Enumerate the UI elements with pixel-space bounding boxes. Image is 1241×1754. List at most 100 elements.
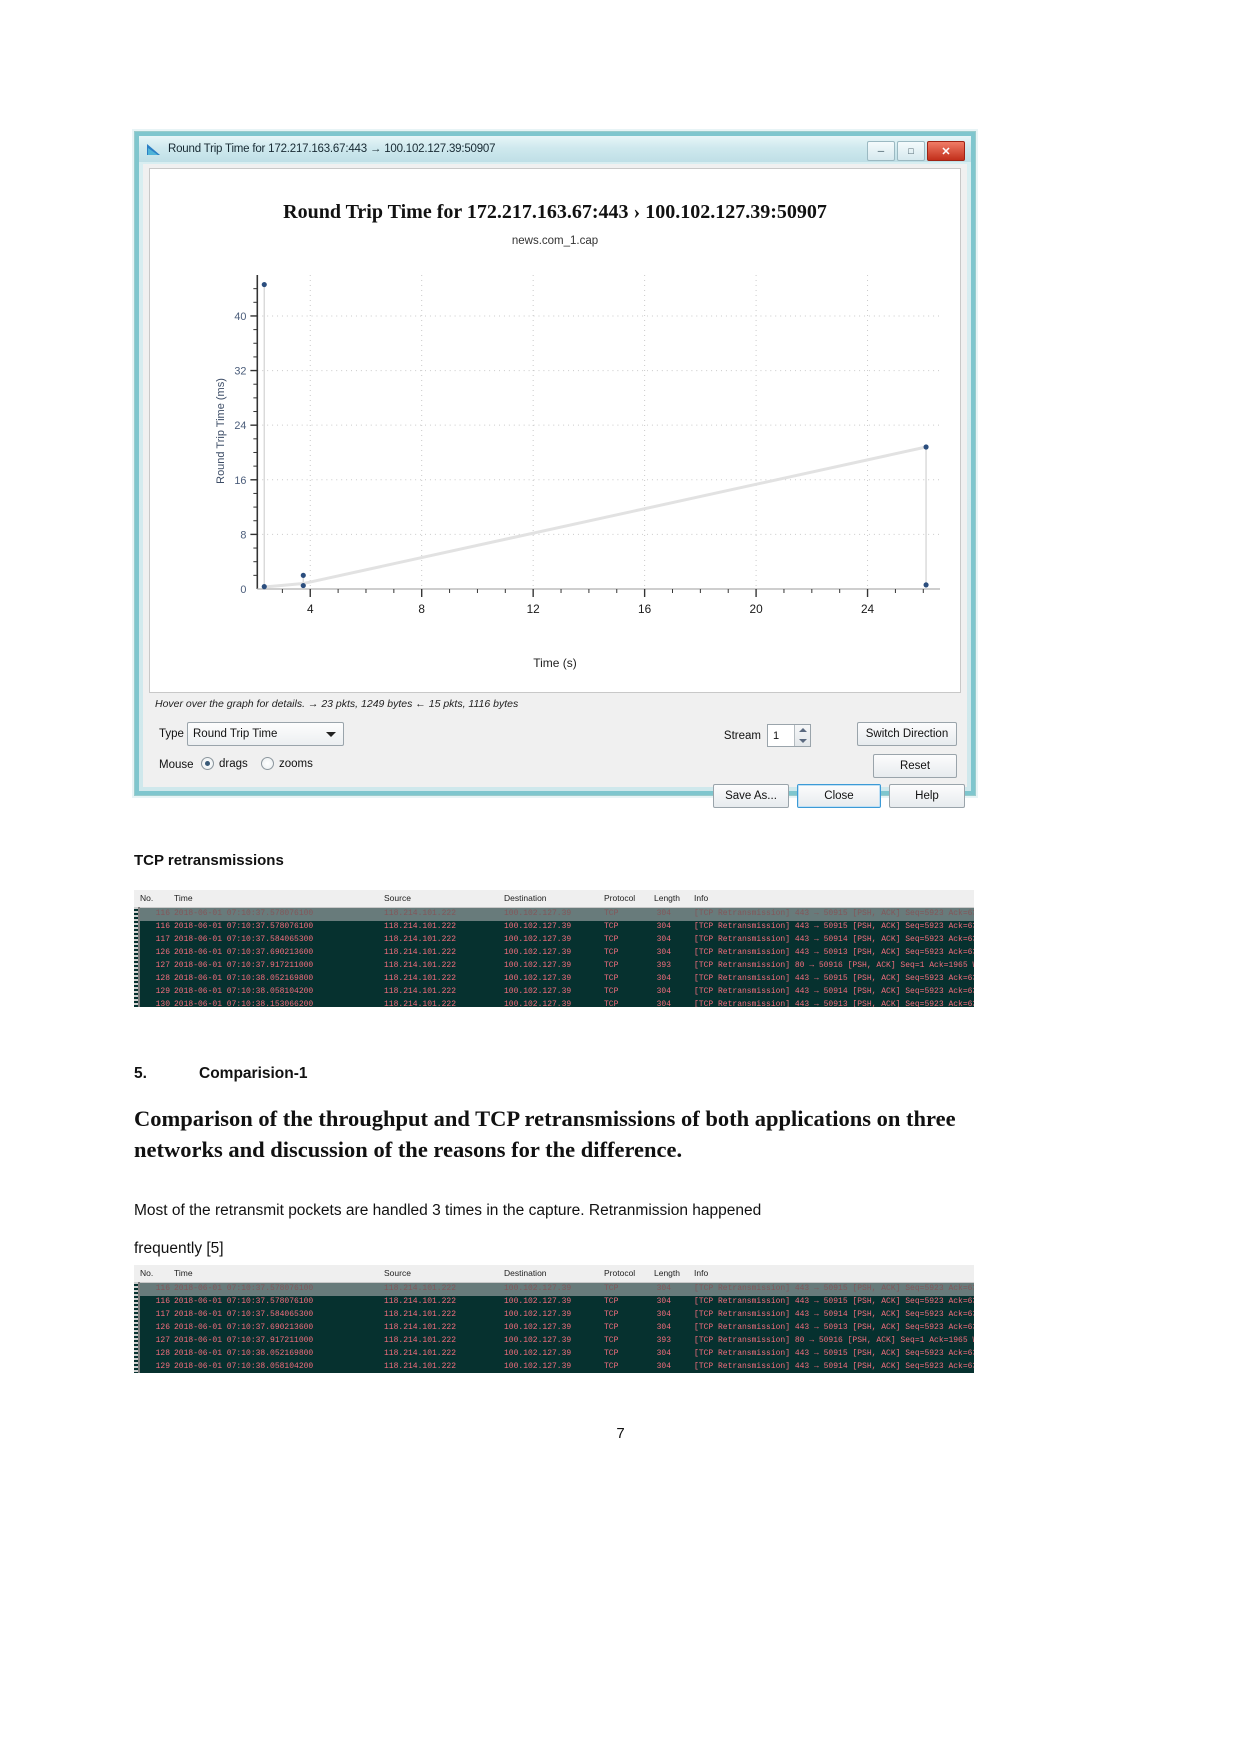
table-cell: 100.102.127.39: [504, 1336, 572, 1345]
table-row[interactable]: 117 2018-06-01 07:10:37.584065300 118.214.…: [134, 934, 974, 947]
help-button[interactable]: Help: [889, 784, 965, 808]
table-cell: 2018-06-01 07:10:37.690213600: [174, 948, 314, 957]
table-cell: [TCP Retransmission] 443 → 50914 [PSH, A…: [694, 1310, 974, 1319]
table-cell: 2018-06-01 07:10:38.058104200: [174, 1362, 314, 1371]
table-cell: 2018-06-01 07:10:37.584065300: [174, 1310, 314, 1319]
maximize-button[interactable]: □: [897, 141, 925, 161]
svg-text:24: 24: [861, 602, 875, 616]
column-header[interactable]: Source: [384, 893, 411, 903]
table-cell: 304: [656, 1000, 671, 1007]
table-row[interactable]: 116 2018-06-01 07:10:37.578076100 118.214.…: [134, 1296, 974, 1309]
stream-control: Stream 1: [724, 724, 811, 747]
table-cell: 118.214.101.222: [384, 1362, 457, 1371]
switch-direction-button[interactable]: Switch Direction: [857, 722, 957, 746]
page-number: 7: [616, 1425, 625, 1442]
table-row[interactable]: 128 2018-06-01 07:10:38.052169800 118.214.…: [134, 1348, 974, 1361]
wireshark-fin-icon: [147, 143, 161, 156]
radio-drags[interactable]: drags: [201, 757, 248, 770]
table-cell: 118.214.101.222: [384, 1336, 457, 1345]
column-header[interactable]: Time: [174, 893, 193, 903]
mouse-label: Mouse: [159, 759, 194, 771]
table-cell: 127: [155, 1336, 170, 1345]
stepper-buttons[interactable]: [794, 725, 810, 746]
radio-dot-icon: [201, 757, 214, 770]
table-cell: 100.102.127.39: [504, 1323, 572, 1332]
column-header[interactable]: Time: [174, 1268, 193, 1278]
table-cell: 116: [155, 1284, 170, 1293]
plot-area[interactable]: 8 16 24 32 40 0 4 8 12 16 20 24: [206, 269, 940, 626]
table-row[interactable]: 127 2018-06-01 07:10:37.917211000 118.214.…: [134, 960, 974, 973]
svg-text:8: 8: [240, 529, 246, 541]
table-cell: 116: [155, 1297, 170, 1306]
table-cell: 304: [656, 1362, 671, 1371]
reset-button[interactable]: Reset: [873, 754, 957, 778]
column-header[interactable]: Source: [384, 1268, 411, 1278]
minimize-button[interactable]: ─: [867, 141, 895, 161]
column-header[interactable]: No.: [140, 893, 153, 903]
document-page: Round Trip Time for 172.217.163.67:443 →…: [0, 0, 1241, 1754]
table-row[interactable]: 117 2018-06-01 07:10:37.584065300 118.214.…: [134, 1309, 974, 1322]
packet-list-table-1[interactable]: No. Time Source Destination Protocol Length In…: [134, 890, 974, 1007]
rtt-scatter-chart[interactable]: 8 16 24 32 40 0 4 8 12 16 20 24: [206, 269, 940, 626]
table-cell: TCP: [604, 1362, 619, 1371]
table-cell: TCP: [604, 1310, 619, 1319]
table-cell: 117: [155, 935, 170, 944]
table-cell: 2018-06-01 07:10:38.052169800: [174, 1349, 314, 1358]
plot-card[interactable]: Round Trip Time for 172.217.163.67:443 ›…: [149, 168, 961, 693]
heading-tcp-retransmissions: TCP retransmissions: [134, 852, 284, 869]
table-row[interactable]: 129 2018-06-01 07:10:38.058104200 118.214.…: [134, 1361, 974, 1373]
save-as-button[interactable]: Save As...: [713, 784, 789, 808]
section-title: Comparision-1: [199, 1065, 308, 1082]
table-cell: 118.214.101.222: [384, 961, 457, 970]
table-row[interactable]: 126 2018-06-01 07:10:37.690213600 118.214.…: [134, 947, 974, 960]
table-row[interactable]: 126 2018-06-01 07:10:37.690213600 118.214.…: [134, 1322, 974, 1335]
column-header[interactable]: Info: [694, 893, 708, 903]
table-cell: [TCP Retransmission] 443 → 50915 [PSH, A…: [694, 1297, 974, 1306]
graph-type-value: Round Trip Time: [193, 728, 278, 740]
dialog-footer: Save As... Close Help: [713, 784, 965, 808]
table-row[interactable]: 116 2018-06-01 07:10:37.578076100 118.214.…: [134, 908, 974, 921]
window-titlebar[interactable]: Round Trip Time for 172.217.163.67:443 →…: [139, 136, 971, 162]
table-cell: [TCP Retransmission] 80 → 50916 [PSH, AC…: [694, 1336, 974, 1345]
table-cell: [TCP Retransmission] 443 → 50914 [PSH, A…: [694, 935, 974, 944]
table-row[interactable]: 116 2018-06-01 07:10:37.578076100 118.214.…: [134, 921, 974, 934]
table-cell: 2018-06-01 07:10:37.584065300: [174, 935, 314, 944]
column-header[interactable]: Protocol: [604, 1268, 635, 1278]
table-row[interactable]: 116 2018-06-01 07:10:37.578076100 118.214.…: [134, 1283, 974, 1296]
chevron-up-icon[interactable]: [798, 728, 807, 733]
graph-type-select[interactable]: Round Trip Time: [187, 722, 344, 746]
radio-drags-label: drags: [219, 757, 248, 770]
column-header[interactable]: Destination: [504, 893, 547, 903]
table-cell: 118.214.101.222: [384, 1323, 457, 1332]
column-header[interactable]: No.: [140, 1268, 153, 1278]
table-cell: [TCP Retransmission] 80 → 50916 [PSH, AC…: [694, 961, 974, 970]
table-cell: TCP: [604, 1284, 619, 1293]
table-cell: 116: [155, 922, 170, 931]
table-cell: [TCP Retransmission] 443 → 50913 [PSH, A…: [694, 1000, 974, 1007]
table-row[interactable]: 127 2018-06-01 07:10:37.917211000 118.214.…: [134, 1335, 974, 1348]
table-row[interactable]: 128 2018-06-01 07:10:38.052169800 118.214.…: [134, 973, 974, 986]
chevron-down-icon[interactable]: [798, 738, 807, 743]
table-cell: 100.102.127.39: [504, 974, 572, 983]
table-cell: 2018-06-01 07:10:37.917211000: [174, 1336, 314, 1345]
table-row[interactable]: 129 2018-06-01 07:10:38.058104200 118.214.…: [134, 986, 974, 999]
chevron-down-icon: [326, 732, 336, 737]
table-cell: 304: [656, 1323, 671, 1332]
stream-stepper[interactable]: 1: [767, 724, 811, 747]
radio-zooms[interactable]: zooms: [261, 757, 313, 770]
table-cell: 100.102.127.39: [504, 1310, 572, 1319]
close-window-button[interactable]: ✕: [927, 141, 965, 161]
column-header[interactable]: Destination: [504, 1268, 547, 1278]
packet-list-table-2[interactable]: No. Time Source Destination Protocol Length In…: [134, 1265, 974, 1373]
table-cell: 304: [656, 922, 671, 931]
table-cell: 2018-06-01 07:10:37.578076100: [174, 1284, 314, 1293]
table-row[interactable]: 130 2018-06-01 07:10:38.153066200 118.214.…: [134, 999, 974, 1007]
table-cell: 100.102.127.39: [504, 961, 572, 970]
column-header[interactable]: Protocol: [604, 893, 635, 903]
table-cell: 118.214.101.222: [384, 1297, 457, 1306]
column-header[interactable]: Info: [694, 1268, 708, 1278]
column-header[interactable]: Length: [654, 893, 680, 903]
table-cell: 128: [155, 974, 170, 983]
close-button[interactable]: Close: [797, 784, 881, 808]
column-header[interactable]: Length: [654, 1268, 680, 1278]
